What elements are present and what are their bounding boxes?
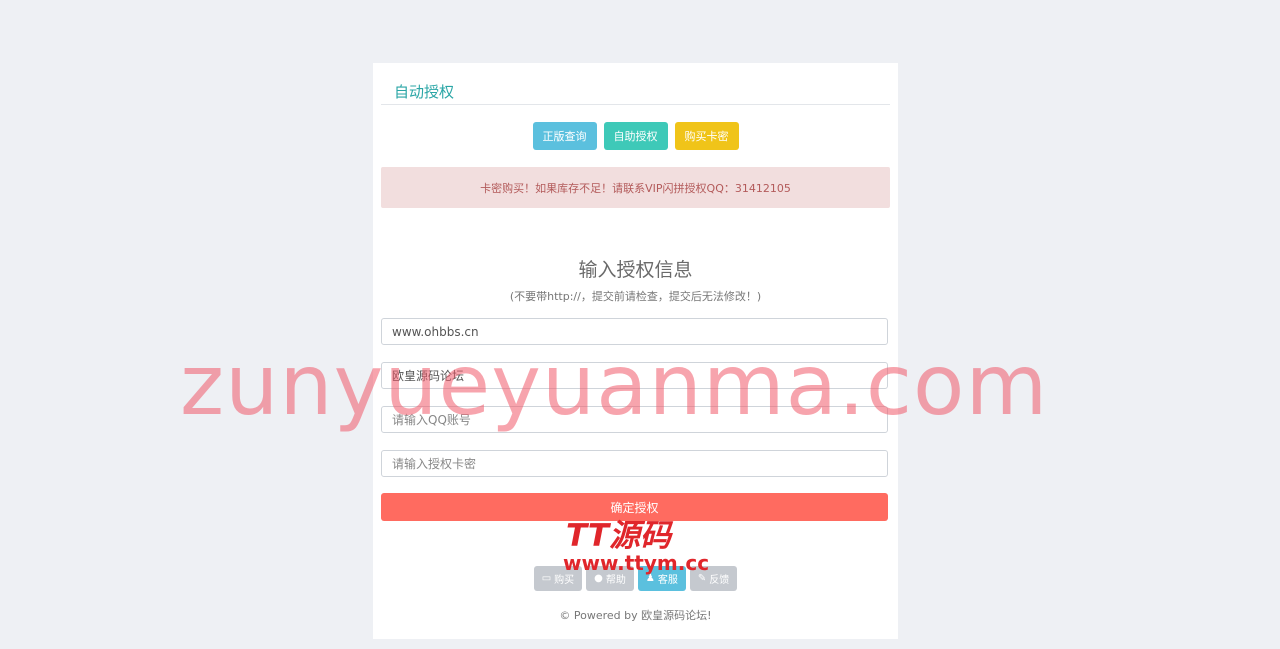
genuine-query-button[interactable]: 正版查询 bbox=[532, 122, 597, 150]
buy-card-key-button[interactable]: 购买卡密 bbox=[674, 122, 739, 150]
title-divider bbox=[381, 104, 890, 105]
info-icon: ● bbox=[594, 573, 603, 584]
user-icon: ♟ bbox=[645, 573, 655, 584]
footer-text: © Powered by 欧皇源码论坛! bbox=[559, 609, 712, 622]
feedback-button-label: 反馈 bbox=[709, 575, 730, 586]
top-button-row: 正版查询 自助授权 购买卡密 bbox=[373, 122, 898, 150]
pencil-icon: ✎ bbox=[697, 573, 707, 584]
confirm-authorize-button[interactable]: 确定授权 bbox=[381, 493, 888, 521]
self-authorize-button[interactable]: 自助授权 bbox=[603, 122, 668, 150]
form-hint: (不要带http://，提交前请检查，提交后无法修改！) bbox=[509, 290, 762, 303]
domain-input[interactable]: www.ohbbs.cn bbox=[381, 318, 888, 345]
support-button[interactable]: ♟ 客服 bbox=[637, 566, 686, 591]
help-button-label: 帮助 bbox=[605, 575, 626, 586]
qq-input[interactable]: 请输入QQ账号 bbox=[381, 406, 888, 433]
support-button-label: 客服 bbox=[657, 575, 678, 586]
card-title: 自动授权 bbox=[394, 83, 455, 101]
bottom-button-row: ▭ 购买 ● 帮助 ♟ 客服 ✎ 反馈 bbox=[373, 566, 898, 591]
card-icon: ▭ bbox=[541, 573, 552, 584]
notice-alert-text: 卡密购买！如果库存不足！请联系VIP闪拼授权QQ：31412105 bbox=[480, 181, 791, 195]
notice-alert: 卡密购买！如果库存不足！请联系VIP闪拼授权QQ：31412105 bbox=[381, 167, 890, 208]
auth-card: 自动授权 正版查询 自助授权 购买卡密 卡密购买！如果库存不足！请联系VIP闪拼… bbox=[373, 63, 898, 639]
buy-button-label: 购买 bbox=[554, 575, 575, 586]
site-name-input[interactable]: 欧皇源码论坛 bbox=[381, 362, 888, 389]
form-title: 输入授权信息 bbox=[578, 259, 693, 281]
card-key-input[interactable]: 请输入授权卡密 bbox=[381, 450, 888, 477]
buy-button[interactable]: ▭ 购买 bbox=[533, 566, 583, 591]
feedback-button[interactable]: ✎ 反馈 bbox=[689, 566, 738, 591]
help-button[interactable]: ● 帮助 bbox=[586, 566, 634, 591]
